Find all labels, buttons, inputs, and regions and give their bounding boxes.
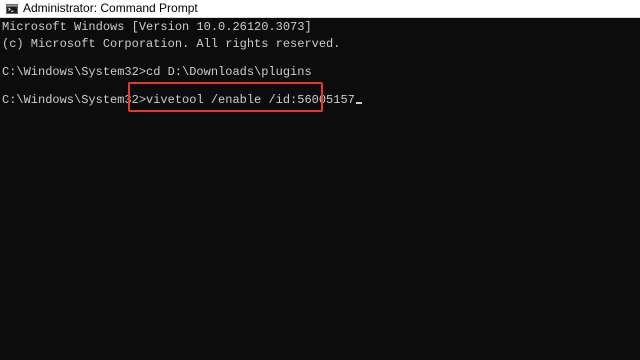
command-input[interactable]: vivetool /enable /id:56005157 [146,93,355,107]
title-bar[interactable]: Administrator: Command Prompt [0,0,640,18]
console-area[interactable]: Microsoft Windows [Version 10.0.26120.30… [0,18,640,360]
current-input-line[interactable]: C:\Windows\System32>vivetool /enable /id… [2,93,362,107]
cd-command-line: C:\Windows\System32>cd D:\Downloads\plug… [2,65,312,79]
text-cursor [355,102,362,104]
prompt: C:\Windows\System32> [2,93,147,107]
window-title: Administrator: Command Prompt [23,1,198,15]
command-prompt-icon [6,3,18,14]
copyright-line: (c) Microsoft Corporation. All rights re… [2,37,341,51]
version-line: Microsoft Windows [Version 10.0.26120.30… [2,20,312,34]
command-prompt-window: Administrator: Command Prompt Microsoft … [0,0,640,360]
